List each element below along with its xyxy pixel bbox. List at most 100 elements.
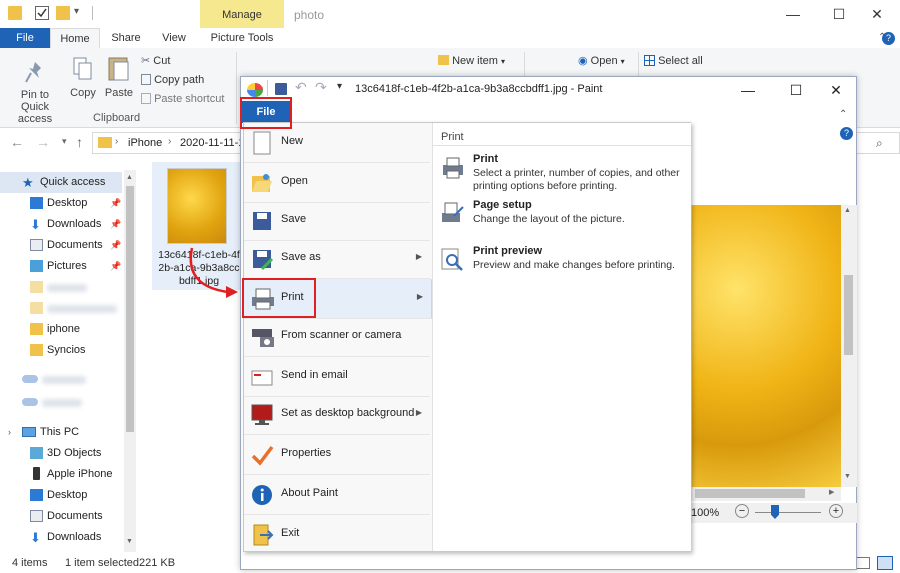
menu-new[interactable]: New [244, 123, 430, 163]
cloud-icon [22, 398, 38, 406]
scroll-up-icon[interactable]: ▲ [126, 174, 133, 181]
submenu-print-preview[interactable]: Print preview Preview and make changes b… [439, 245, 689, 277]
minimize-button[interactable]: — [770, 0, 816, 28]
undo-icon[interactable]: ↶ [295, 79, 307, 96]
nav-item-apple-iphone[interactable]: Apple iPhone [0, 464, 122, 485]
menu-set-desktop-background[interactable]: Set as desktop background ▶ [244, 395, 430, 435]
nav-item-documents-pc[interactable]: Documents [0, 506, 122, 527]
nav-item-syncios[interactable]: Syncios [0, 340, 122, 361]
nav-item-iphone[interactable]: iphone [0, 319, 122, 340]
nav-this-pc[interactable]: › This PC [0, 422, 122, 443]
help-icon[interactable]: ? [840, 127, 853, 140]
new-folder-icon[interactable] [56, 6, 70, 20]
zoom-slider-thumb[interactable] [771, 505, 779, 519]
nav-item-desktop[interactable]: Desktop 📌 [0, 193, 122, 214]
menu-item-label: About Paint [281, 487, 338, 499]
scrollbar-thumb[interactable] [126, 186, 134, 432]
back-arrow-icon[interactable]: ← [10, 134, 24, 150]
details-view-icon[interactable] [856, 557, 870, 569]
up-arrow-icon[interactable]: ↑ [76, 134, 83, 150]
paste-button[interactable]: Paste [104, 54, 134, 99]
nav-item-3d-objects[interactable]: 3D Objects [0, 443, 122, 464]
scroll-down-icon[interactable]: ▼ [126, 538, 133, 545]
menu-save[interactable]: Save [244, 201, 430, 241]
chevron-down-icon: ▾ [620, 57, 625, 66]
new-item-button[interactable]: New item ▾ [438, 54, 505, 69]
tab-share[interactable]: Share [102, 28, 150, 48]
scroll-up-icon[interactable]: ▲ [844, 207, 851, 214]
redo-icon[interactable]: ↷ [315, 79, 327, 96]
scroll-down-icon[interactable]: ▼ [844, 473, 851, 480]
pin-icon: 📌 [110, 219, 122, 229]
nav-scrollbar[interactable]: ▲ ▼ [124, 170, 136, 552]
zoom-out-icon[interactable]: − [735, 504, 749, 518]
tab-view[interactable]: View [150, 28, 198, 48]
tab-home[interactable]: Home [50, 28, 100, 48]
scroll-right-icon[interactable]: ▶ [829, 488, 834, 496]
paint-maximize-button[interactable]: ☐ [779, 77, 813, 103]
page-setup-icon [442, 202, 464, 222]
paint-minimize-button[interactable]: — [731, 77, 765, 103]
large-icons-view-icon[interactable] [877, 556, 893, 570]
breadcrumb-folder[interactable]: 2020-11-11-1 [180, 137, 244, 149]
submenu-page-setup[interactable]: Page setup Change the layout of the pict… [439, 199, 689, 231]
nav-item-blurred[interactable] [0, 277, 122, 298]
nav-item-downloads-pc[interactable]: ⬇ Downloads [0, 527, 122, 548]
menu-item-label: Exit [281, 527, 300, 539]
scrollbar-thumb[interactable] [844, 275, 853, 355]
tab-picture-tools[interactable]: Picture Tools [200, 28, 284, 48]
pin-quick-access-button[interactable]: Pin to Quick access [6, 60, 64, 125]
help-icon[interactable]: ? [882, 32, 895, 45]
properties-icon[interactable] [35, 6, 49, 20]
close-button[interactable]: ✕ [854, 0, 900, 28]
menu-from-scanner[interactable]: From scanner or camera [244, 317, 430, 357]
customize-toolbar-icon[interactable]: ▾ [337, 81, 342, 92]
scrollbar-thumb[interactable] [695, 489, 805, 498]
tab-file[interactable]: File [0, 28, 50, 48]
info-icon [250, 483, 274, 507]
paint-close-button[interactable]: ✕ [819, 77, 853, 103]
quick-access-toolbar-dropdown-icon[interactable]: ▾ [74, 6, 79, 17]
cut-button[interactable]: ✂ Cut [141, 54, 170, 68]
nav-label: Downloads [47, 218, 102, 230]
ribbon-collapse-icon[interactable]: ⌃ [839, 109, 847, 120]
search-box[interactable]: ⌕ [856, 132, 900, 154]
menu-properties[interactable]: Properties [244, 435, 430, 475]
nav-item-onedrive[interactable] [0, 369, 122, 390]
select-all-button[interactable]: Select all [644, 54, 703, 68]
printer-icon [443, 157, 463, 179]
submenu-print[interactable]: Print Select a printer, number of copies… [439, 153, 689, 193]
breadcrumb[interactable]: › iPhone › 2020-11-11-1 [92, 132, 252, 154]
menu-about-paint[interactable]: About Paint [244, 475, 430, 515]
open-folder-icon [250, 171, 274, 195]
open-button[interactable]: ◉ Open ▾ [578, 54, 625, 69]
menu-exit[interactable]: Exit [244, 515, 430, 555]
horizontal-scrollbar[interactable]: ▶ [691, 487, 841, 501]
vertical-scrollbar[interactable]: ▲ ▼ [841, 205, 857, 487]
nav-item-pictures[interactable]: Pictures 📌 [0, 256, 122, 277]
copy-button[interactable]: Copy [68, 56, 98, 99]
paste-shortcut-button[interactable]: Paste shortcut [141, 92, 224, 106]
recent-locations-chevron-icon[interactable]: ▾ [62, 136, 67, 147]
zoom-slider-track[interactable] [755, 512, 821, 513]
copy-path-button[interactable]: Copy path [141, 73, 204, 87]
canvas-image[interactable] [691, 205, 841, 487]
nav-item-blurred[interactable] [0, 298, 122, 319]
nav-item-downloads[interactable]: ⬇ Downloads 📌 [0, 214, 122, 235]
forward-arrow-icon[interactable]: → [36, 134, 50, 150]
save-icon[interactable] [275, 83, 287, 95]
nav-label: Pictures [47, 260, 87, 272]
menu-save-as[interactable]: Save as ▶ [244, 239, 430, 279]
nav-item-desktop-pc[interactable]: Desktop [0, 485, 122, 506]
menu-send-email[interactable]: Send in email [244, 357, 430, 397]
nav-item-documents[interactable]: Documents 📌 [0, 235, 122, 256]
breadcrumb-iphone[interactable]: iPhone [128, 137, 162, 149]
nav-quick-access[interactable]: ★ Quick access [0, 172, 122, 193]
manage-context-tab[interactable]: Manage [200, 0, 284, 28]
menu-open[interactable]: Open [244, 163, 430, 203]
folder-icon [30, 302, 43, 314]
zoom-in-icon[interactable]: + [829, 504, 843, 518]
file-button-highlight [240, 97, 292, 129]
copy-path-label: Copy path [154, 74, 205, 86]
nav-item-blurred[interactable] [0, 392, 122, 413]
